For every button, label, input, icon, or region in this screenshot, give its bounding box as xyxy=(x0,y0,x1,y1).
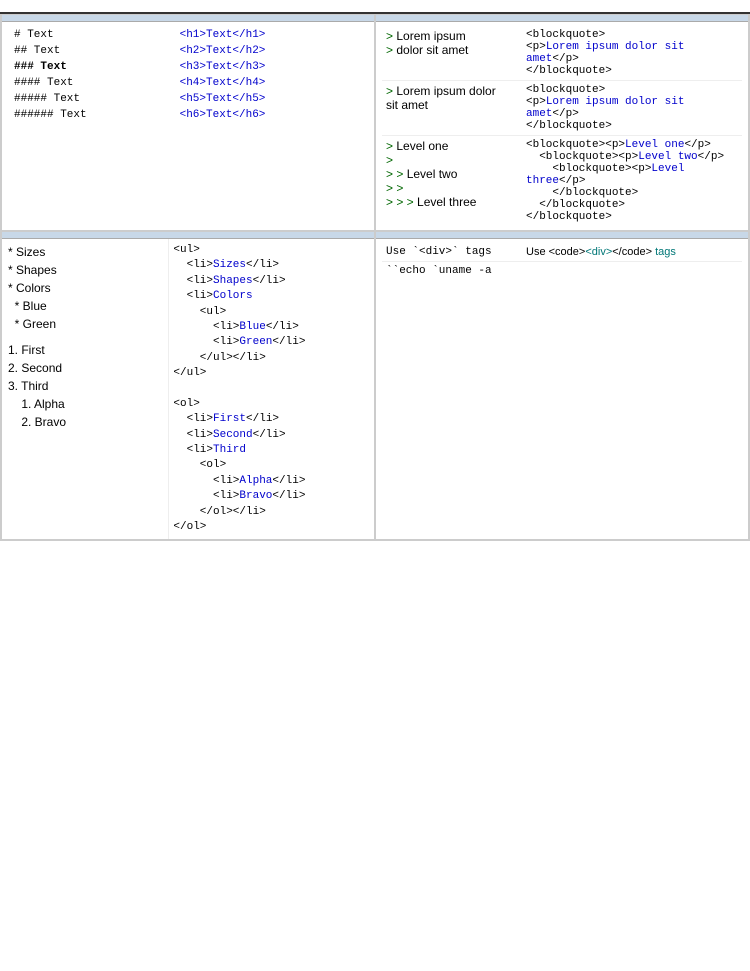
main-content: # Text <h1>Text</h1> ## Text <h2>Text</h… xyxy=(0,14,750,541)
table-row: ## Text <h2>Text</h2> xyxy=(10,44,366,58)
header-tag: <h1>Text</h1> xyxy=(176,28,366,42)
header-syntax: ##### Text xyxy=(10,92,174,106)
table-row: ### Text <h3>Text</h3> xyxy=(10,60,366,74)
inline-tag-1: Use <code><div></code> tags xyxy=(526,246,742,258)
header-syntax: ### Text xyxy=(10,60,174,74)
ordered-list: 1. First 2. Second 3. Third 1. Alpha 2. … xyxy=(8,341,162,431)
inline-syntax-1: Use `<div>` tags xyxy=(382,246,526,258)
unordered-list: * Sizes * Shapes * Colors * Blue * Green xyxy=(8,243,162,333)
bq-tag-2: <blockquote> <p>Lorem ipsum dolor sit am… xyxy=(526,84,742,132)
headers-title xyxy=(2,15,374,22)
inline-code-title xyxy=(376,232,748,239)
right-column-top: Use `<div>` tags Use <code><div></code> … xyxy=(375,231,749,540)
table-row: ###### Text <h6>Text</h6> xyxy=(10,108,366,122)
inline-code-body: Use `<div>` tags Use <code><div></code> … xyxy=(376,239,748,284)
lists-title xyxy=(2,232,374,239)
header-syntax: ###### Text xyxy=(10,108,174,122)
header-syntax: ## Text xyxy=(10,44,174,58)
headers-body: # Text <h1>Text</h1> ## Text <h2>Text</h… xyxy=(2,22,374,128)
header-tag: <h5>Text</h5> xyxy=(176,92,366,106)
blockquotes-section: > Lorem ipsum > dolor sit amet <blockquo… xyxy=(375,14,749,231)
inline-code-row-2: ``echo `uname -a xyxy=(382,262,742,280)
bq-tag-3: <blockquote><p>Level one</p> <blockquote… xyxy=(526,139,742,223)
blockquote-row-3: > Level one > > > Level two > > > > > Le… xyxy=(382,136,742,226)
lists-section: * Sizes * Shapes * Colors * Blue * Green… xyxy=(1,231,375,540)
inline-code-section: Use `<div>` tags Use <code><div></code> … xyxy=(376,232,748,284)
header-syntax: #### Text xyxy=(10,76,174,90)
inline-code-row-1: Use `<div>` tags Use <code><div></code> … xyxy=(382,243,742,262)
header-tag: <h2>Text</h2> xyxy=(176,44,366,58)
blockquotes-title xyxy=(376,15,748,22)
inline-syntax-2: ``echo `uname -a xyxy=(382,265,526,277)
header-tag: <h6>Text</h6> xyxy=(176,108,366,122)
blockquote-row-2: > Lorem ipsum dolor sit amet <blockquote… xyxy=(382,81,742,136)
bq-tag-1: <blockquote> <p>Lorem ipsum dolor sit am… xyxy=(526,29,742,77)
headers-section: # Text <h1>Text</h1> ## Text <h2>Text</h… xyxy=(1,14,375,231)
header-tag: <h3>Text</h3> xyxy=(176,60,366,74)
blockquote-row-1: > Lorem ipsum > dolor sit amet <blockquo… xyxy=(382,26,742,81)
lists-body: * Sizes * Shapes * Colors * Blue * Green… xyxy=(2,239,374,539)
bq-syntax-3: > Level one > > > Level two > > > > > Le… xyxy=(382,139,526,209)
header-tag: <h4>Text</h4> xyxy=(176,76,366,90)
lists-rendered: * Sizes * Shapes * Colors * Blue * Green… xyxy=(2,239,169,539)
blockquotes-body: > Lorem ipsum > dolor sit amet <blockquo… xyxy=(376,22,748,230)
table-row: ##### Text <h5>Text</h5> xyxy=(10,92,366,106)
headers-table: # Text <h1>Text</h1> ## Text <h2>Text</h… xyxy=(8,26,368,124)
bq-syntax-1: > Lorem ipsum > dolor sit amet xyxy=(382,29,526,57)
table-row: #### Text <h4>Text</h4> xyxy=(10,76,366,90)
header-syntax: # Text xyxy=(10,28,174,42)
table-row: # Text <h1>Text</h1> xyxy=(10,28,366,42)
bq-syntax-2: > Lorem ipsum dolor sit amet xyxy=(382,84,526,112)
lists-code: <ul> <li>Sizes</li> <li>Shapes</li> <li>… xyxy=(169,239,374,539)
page-header xyxy=(0,0,750,14)
